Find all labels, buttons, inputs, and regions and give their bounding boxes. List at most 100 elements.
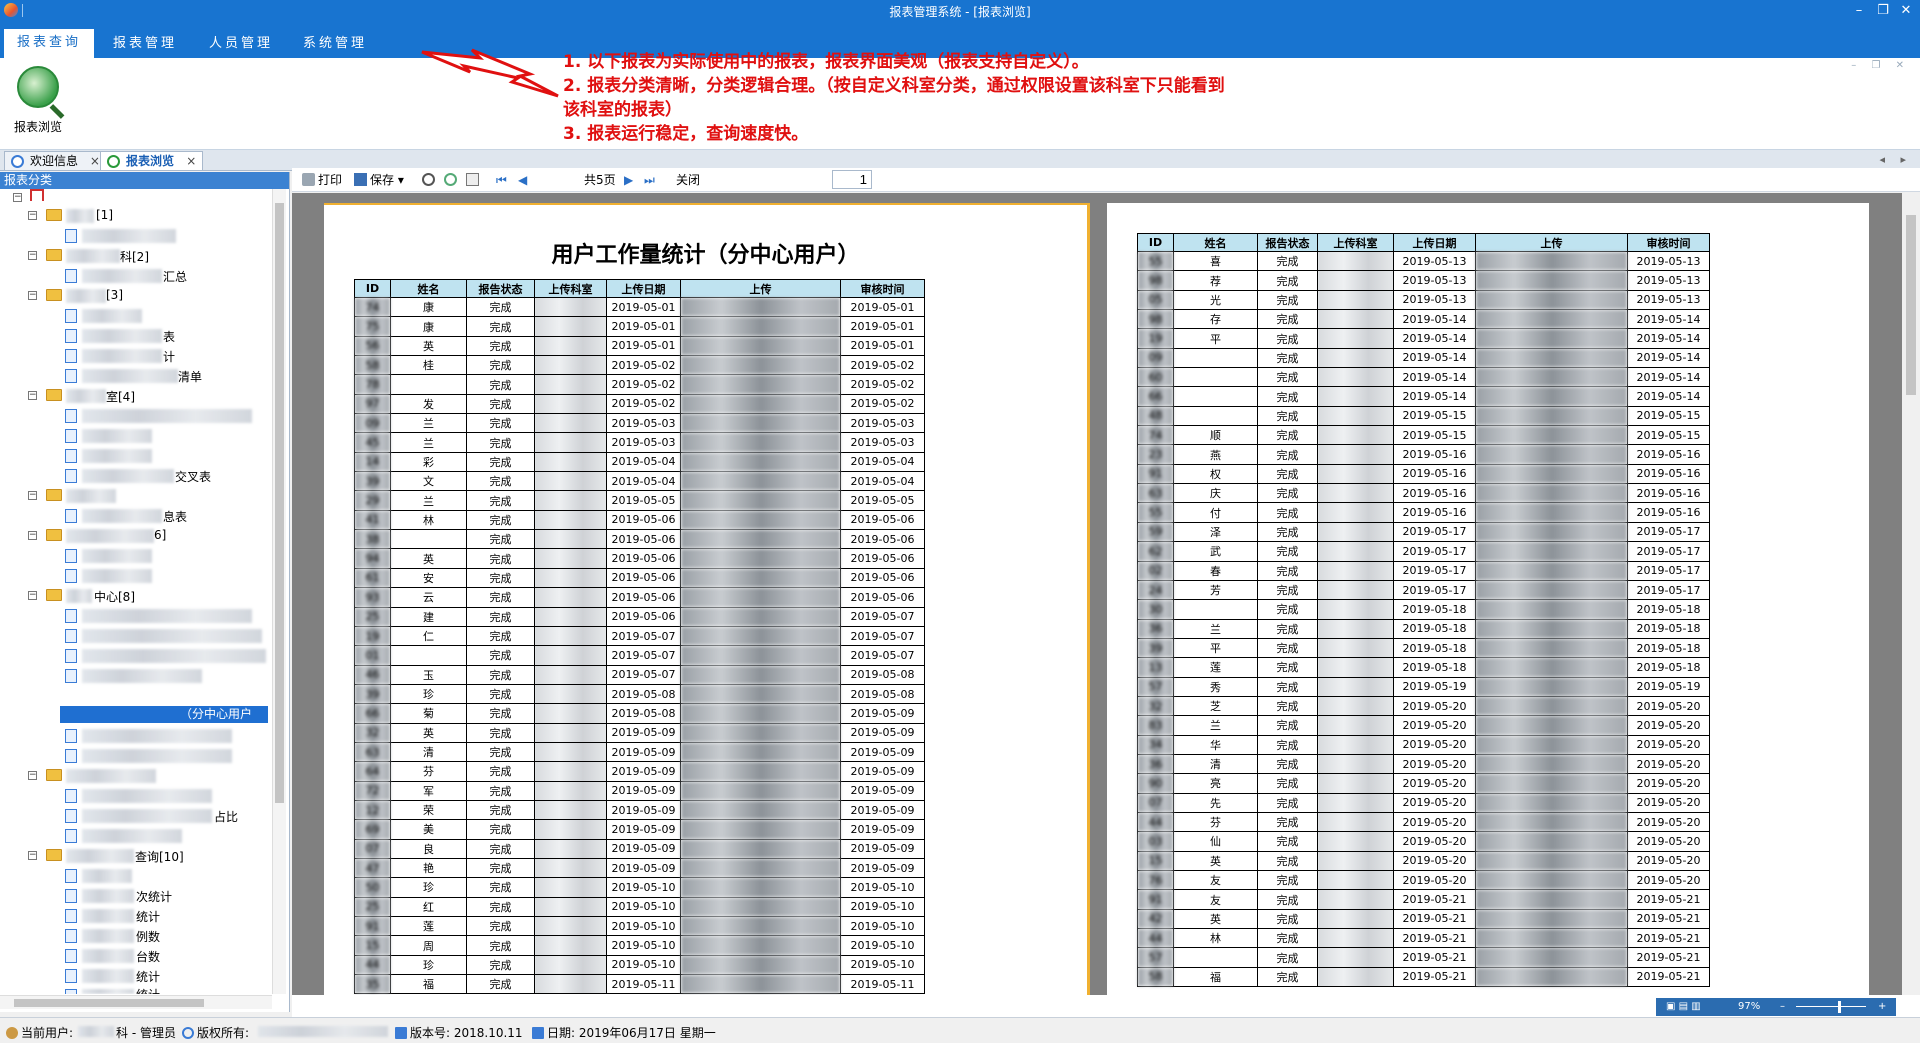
find-button[interactable] — [422, 172, 438, 188]
redacted-label[interactable] — [82, 629, 262, 643]
tree-node-label[interactable]: 汇总 — [163, 268, 187, 285]
table-cell: 2019-05-03 — [606, 432, 681, 453]
redacted-label[interactable] — [82, 569, 152, 583]
zoom-slider-handle[interactable] — [1838, 1001, 1841, 1013]
close-report-button[interactable]: 关闭 — [676, 172, 700, 188]
tree-node-label[interactable]: 计 — [163, 348, 175, 365]
redacted-label[interactable] — [82, 609, 252, 623]
page-number-input[interactable] — [832, 170, 872, 189]
page-setup-button[interactable] — [466, 172, 482, 188]
save-button[interactable]: 保存 ▾ — [354, 172, 404, 188]
tree-expander-icon[interactable]: − — [28, 531, 37, 540]
zoom-slider[interactable] — [1796, 1006, 1866, 1007]
menu-tab-user-manage[interactable]: 人员管理 — [196, 30, 286, 58]
tree-expander-icon[interactable]: − — [28, 771, 37, 780]
zoom-in-button[interactable]: + — [1878, 998, 1886, 1016]
table-cell: 2019-05-21 — [1627, 908, 1710, 930]
tree-node-label[interactable]: 科[2] — [120, 248, 149, 265]
mdi-window-controls[interactable]: – ❐ ✕ — [1851, 60, 1910, 71]
tree-node-label[interactable]: 台数 — [136, 948, 160, 965]
tab-welcome[interactable]: 欢迎信息 × — [4, 151, 107, 171]
next-page-button[interactable]: ▶ — [624, 172, 633, 188]
tree-node-label[interactable]: 中心[8] — [94, 588, 135, 605]
scroll-thumb[interactable] — [275, 203, 284, 803]
table-cell: 完成 — [466, 509, 535, 531]
table-cell: 39 — [354, 683, 391, 705]
redacted-label — [66, 209, 94, 223]
tree-node-label[interactable]: 查询[10] — [135, 848, 184, 865]
tree-expander-icon[interactable]: − — [28, 251, 37, 260]
tree-node-label[interactable]: 室[4] — [106, 388, 135, 405]
page-view-icons[interactable]: ▣ ▤ ▥ — [1666, 998, 1701, 1016]
redacted-label[interactable] — [82, 729, 232, 743]
restore-button[interactable]: ❐ — [1872, 1, 1894, 20]
tree-node-label[interactable]: 息表 — [163, 508, 187, 525]
scroll-thumb[interactable] — [14, 999, 204, 1007]
redacted-label[interactable] — [82, 429, 152, 443]
table-cell: 2019-05-01 — [840, 316, 925, 337]
menu-tab-report-manage[interactable]: 报表管理 — [100, 30, 190, 58]
tree-expander-icon[interactable]: − — [28, 851, 37, 860]
redacted-label[interactable] — [82, 409, 252, 423]
redacted-label[interactable] — [82, 829, 182, 843]
redacted-label[interactable] — [82, 749, 232, 763]
tree-node-label[interactable]: 统计 — [136, 908, 160, 925]
col-header: 上传科室 — [534, 279, 607, 298]
menu-tab-report-query[interactable]: 报表查询 — [4, 29, 94, 58]
tree-node-label[interactable]: 次统计 — [136, 888, 172, 905]
tab-report-browse[interactable]: 报表浏览 × — [100, 151, 204, 171]
tree-node-label[interactable]: 交叉表 — [175, 468, 211, 485]
tree-node-label[interactable]: 清单 — [178, 368, 202, 385]
viewer-vertical-scrollbar[interactable] — [1902, 193, 1920, 995]
tree-node-label[interactable]: [1] — [96, 208, 113, 222]
table-cell: 2019-05-20 — [1627, 831, 1710, 852]
tab-report-browse-close-icon[interactable]: × — [186, 154, 196, 168]
zoom-button[interactable] — [444, 172, 460, 188]
redacted-label — [66, 389, 106, 403]
redacted-label[interactable] — [66, 489, 116, 503]
redacted-label[interactable] — [82, 869, 132, 883]
tree-node-label[interactable]: [3] — [106, 288, 123, 302]
close-button[interactable]: ✕ — [1895, 1, 1917, 20]
table-cell: 完成 — [466, 954, 535, 976]
tree-expander-icon[interactable]: − — [13, 193, 22, 202]
tree-vertical-scrollbar[interactable] — [272, 189, 286, 994]
tree-horizontal-scrollbar[interactable] — [0, 995, 272, 1009]
tree-expander-icon[interactable]: − — [28, 391, 37, 400]
tree-node-selected[interactable]: （分中心用户 — [60, 706, 268, 723]
redacted-label[interactable] — [82, 549, 152, 563]
tree-node-label[interactable]: 6] — [154, 528, 166, 542]
prev-page-button[interactable]: ◀ — [518, 172, 527, 188]
scroll-thumb[interactable] — [1906, 215, 1916, 395]
redacted-cell — [1475, 367, 1628, 388]
first-page-button[interactable]: ⏮ — [496, 172, 507, 188]
zoom-out-button[interactable]: – — [1780, 998, 1785, 1016]
tree-expander-icon[interactable]: − — [28, 491, 37, 500]
tree-expander-icon[interactable]: − — [28, 211, 37, 220]
print-button[interactable]: 打印 — [302, 172, 342, 188]
redacted-label[interactable] — [82, 649, 266, 663]
redacted-label[interactable] — [82, 449, 152, 463]
tree-node-label[interactable]: 例数 — [136, 928, 160, 945]
tree-node-label[interactable]: 统计 — [136, 968, 160, 985]
report-browse-button[interactable]: 报表浏览 — [8, 62, 68, 142]
redacted-label[interactable] — [82, 669, 202, 683]
redacted-label[interactable] — [66, 769, 156, 783]
redacted-label[interactable] — [82, 789, 212, 803]
redacted-cell — [1475, 579, 1628, 601]
tab-welcome-close-icon[interactable]: × — [90, 154, 100, 168]
tree-node-label[interactable]: 统计 — [136, 986, 160, 994]
tab-scroll-arrows[interactable]: ◂ ▸ — [1879, 153, 1912, 166]
menu-tab-system-manage[interactable]: 系统管理 — [290, 30, 380, 58]
last-page-button[interactable]: ⏭ — [644, 172, 655, 188]
tree-expander-icon[interactable]: − — [28, 291, 37, 300]
tree-node-label[interactable]: 表 — [163, 328, 175, 345]
tree-node-label[interactable]: 占比 — [214, 808, 238, 825]
tree-expander-icon[interactable]: − — [28, 591, 37, 600]
redacted-label[interactable] — [82, 229, 176, 243]
floppy-icon — [354, 173, 367, 186]
redacted-label[interactable] — [82, 309, 142, 323]
report-viewer[interactable]: 用户工作量统计（分中心用户） ID 姓名 报告状态 上传科室 上传日期 上传 审… — [292, 193, 1902, 995]
table-cell: 35 — [354, 974, 391, 995]
minimize-button[interactable]: – — [1848, 1, 1870, 20]
